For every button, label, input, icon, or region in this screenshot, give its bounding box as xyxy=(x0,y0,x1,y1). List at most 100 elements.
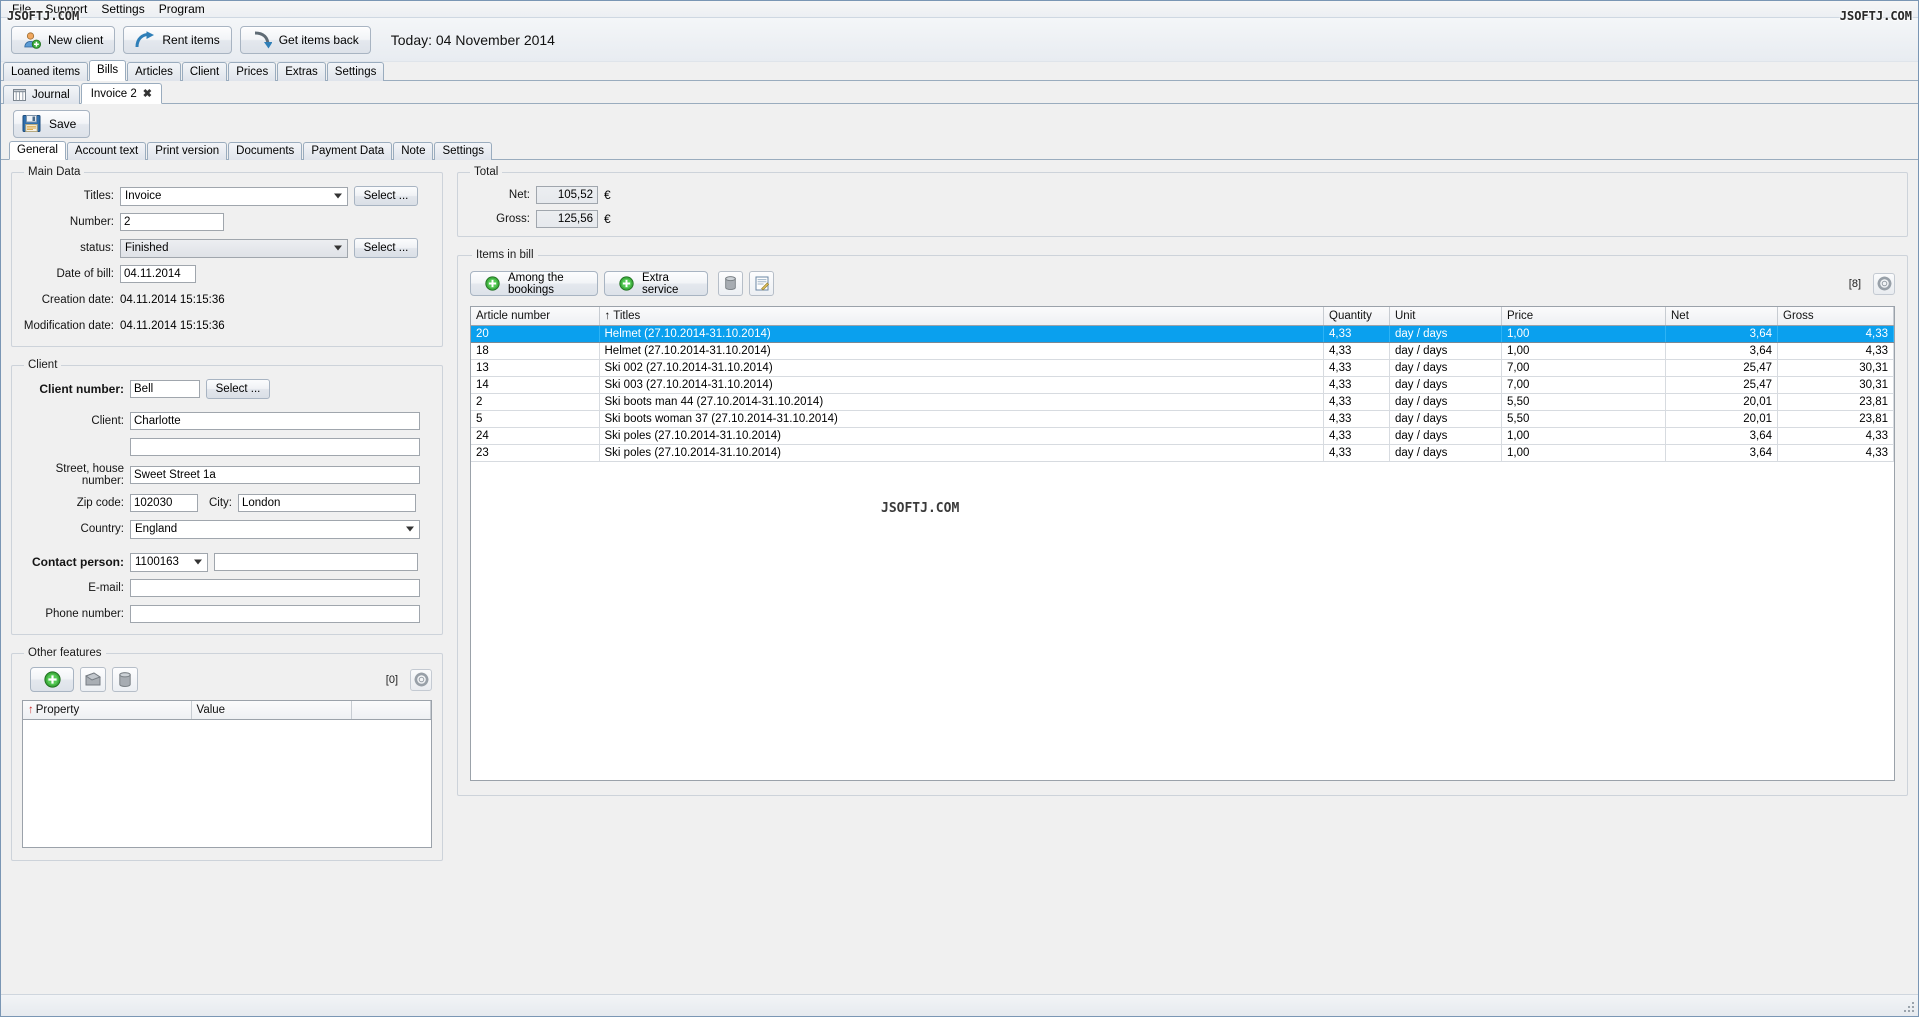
contact-person-name-input[interactable] xyxy=(214,553,418,571)
chevron-down-icon xyxy=(194,559,202,565)
client-name-line2-input[interactable] xyxy=(130,438,420,456)
items-toolbar: Among the bookings Extra service [8] xyxy=(470,271,1895,296)
client-number-label: Client number: xyxy=(39,382,124,396)
itab-general[interactable]: General xyxy=(9,141,66,160)
items-grid[interactable]: Article number ↑ Titles Quantity Unit Pr… xyxy=(470,306,1895,781)
document-tabstrip: Journal Invoice 2 ✖ xyxy=(1,83,1918,104)
tab-bills[interactable]: Bills xyxy=(89,60,127,81)
edit-icon xyxy=(84,672,102,687)
delete-bin-icon xyxy=(724,276,737,291)
status-combo[interactable]: Finished xyxy=(120,238,348,258)
save-button[interactable]: Save xyxy=(13,109,91,138)
journal-icon xyxy=(13,89,26,101)
col-net[interactable]: Net xyxy=(1665,307,1778,326)
date-of-bill-input[interactable] xyxy=(120,265,196,283)
table-row[interactable]: 2 Ski boots man 44 (27.10.2014-31.10.2014… xyxy=(471,393,1894,411)
number-input[interactable] xyxy=(120,213,224,231)
tab-loaned-items[interactable]: Loaned items xyxy=(3,62,89,81)
menu-item-program[interactable]: Program xyxy=(152,2,212,17)
cell-article-number: 18 xyxy=(471,342,600,360)
of-col-property[interactable]: ↑ Property xyxy=(23,701,192,720)
menu-item-settings[interactable]: Settings xyxy=(94,2,151,17)
col-titles[interactable]: ↑ Titles xyxy=(599,307,1324,326)
client-select-button[interactable]: Select ... xyxy=(206,379,270,399)
cell-quantity: 4,33 xyxy=(1323,393,1390,411)
tab-settings[interactable]: Settings xyxy=(326,62,385,81)
country-combo[interactable]: England xyxy=(130,519,420,539)
other-features-settings-button[interactable] xyxy=(410,668,432,691)
city-input[interactable] xyxy=(238,494,416,512)
table-row[interactable]: 5 Ski boots woman 37 (27.10.2014-31.10.20… xyxy=(471,410,1894,428)
col-gross[interactable]: Gross xyxy=(1777,307,1894,326)
tab-client[interactable]: Client xyxy=(181,62,228,81)
cell-price: 7,00 xyxy=(1501,359,1666,377)
titles-select-button[interactable]: Select ... xyxy=(354,186,418,206)
itab-settings[interactable]: Settings xyxy=(434,142,493,160)
col-article-number[interactable]: Article number xyxy=(471,307,600,326)
col-quantity[interactable]: Quantity xyxy=(1323,307,1390,326)
resize-grip-icon[interactable] xyxy=(1902,1000,1916,1014)
street-input[interactable] xyxy=(130,466,420,484)
menu-item-support[interactable]: Support xyxy=(38,2,94,17)
other-features-grid[interactable]: ↑ Property Value xyxy=(22,700,432,848)
close-icon[interactable]: ✖ xyxy=(143,87,152,100)
client-number-input[interactable] xyxy=(130,380,200,398)
itab-account-text[interactable]: Account text xyxy=(66,142,147,160)
save-toolbar: Save xyxy=(1,104,1918,142)
phone-label: Phone number: xyxy=(45,608,124,620)
get-items-back-button[interactable]: Get items back xyxy=(239,25,371,54)
main-data-group: Main Data Titles: Invoice Select ... Num… xyxy=(11,166,443,347)
col-price[interactable]: Price xyxy=(1501,307,1666,326)
other-features-add-button[interactable] xyxy=(30,667,74,692)
menu-item-file[interactable]: File xyxy=(5,2,38,17)
table-row[interactable]: 18 Helmet (27.10.2014-31.10.2014) 4,33 day … xyxy=(471,342,1894,360)
titles-combo[interactable]: Invoice xyxy=(120,186,348,206)
doctab-invoice-2[interactable]: Invoice 2 ✖ xyxy=(80,83,162,104)
total-legend: Total xyxy=(474,166,499,178)
doctab-journal[interactable]: Journal xyxy=(3,85,80,104)
cell-article-number: 14 xyxy=(471,376,600,394)
items-settings-button[interactable] xyxy=(1873,272,1895,295)
delete-item-button[interactable] xyxy=(718,271,743,296)
of-col-property-label: Property xyxy=(35,704,80,716)
cell-quantity: 4,33 xyxy=(1323,342,1390,360)
edit-item-button[interactable] xyxy=(749,271,774,296)
other-features-delete-button[interactable] xyxy=(112,667,138,692)
items-body: 20 Helmet (27.10.2014-31.10.2014) 4,33 day … xyxy=(471,325,1894,462)
client-name-input[interactable] xyxy=(130,412,420,430)
cell-title: Ski boots woman 37 (27.10.2014-31.10.201… xyxy=(599,410,1324,428)
get-items-back-label: Get items back xyxy=(278,32,359,47)
titles-label: Titles: xyxy=(83,190,114,202)
table-row[interactable]: 13 Ski 002 (27.10.2014-31.10.2014) 4,33 day… xyxy=(471,359,1894,377)
phone-input[interactable] xyxy=(130,605,420,623)
status-select-button[interactable]: Select ... xyxy=(354,238,418,258)
rent-items-button[interactable]: Rent items xyxy=(123,25,232,54)
arrow-in-icon xyxy=(252,31,273,49)
itab-note[interactable]: Note xyxy=(393,142,434,160)
itab-documents[interactable]: Documents xyxy=(228,142,303,160)
delete-bin-icon xyxy=(118,671,132,688)
client-group: Client Client number: Select ... Client:… xyxy=(11,359,443,635)
among-the-bookings-button[interactable]: Among the bookings xyxy=(470,271,598,296)
table-row[interactable]: 24 Ski poles (27.10.2014-31.10.2014) 4,33 d… xyxy=(471,427,1894,445)
sort-ascending-icon: ↑ xyxy=(604,310,611,322)
cell-price: 1,00 xyxy=(1501,427,1666,445)
itab-print-version[interactable]: Print version xyxy=(147,142,228,160)
table-row[interactable]: 14 Ski 003 (27.10.2014-31.10.2014) 4,33 day… xyxy=(471,376,1894,394)
contact-person-combo[interactable]: 1100163 xyxy=(130,552,208,572)
col-unit[interactable]: Unit xyxy=(1389,307,1502,326)
of-col-value[interactable]: Value xyxy=(191,701,352,720)
table-row[interactable]: 20 Helmet (27.10.2014-31.10.2014) 4,33 day … xyxy=(471,325,1894,343)
other-features-edit-button[interactable] xyxy=(80,667,106,692)
new-client-button[interactable]: New client xyxy=(11,25,116,54)
cell-unit: day / days xyxy=(1389,393,1502,411)
tab-extras[interactable]: Extras xyxy=(277,62,326,81)
extra-service-button[interactable]: Extra service xyxy=(604,271,708,296)
itab-payment-data[interactable]: Payment Data xyxy=(303,142,393,160)
table-row[interactable]: 23 Ski poles (27.10.2014-31.10.2014) 4,33 d… xyxy=(471,444,1894,462)
tab-articles[interactable]: Articles xyxy=(127,62,181,81)
zip-input[interactable] xyxy=(130,494,198,512)
tab-prices[interactable]: Prices xyxy=(228,62,277,81)
email-input[interactable] xyxy=(130,579,420,597)
email-label: E-mail: xyxy=(88,582,124,594)
